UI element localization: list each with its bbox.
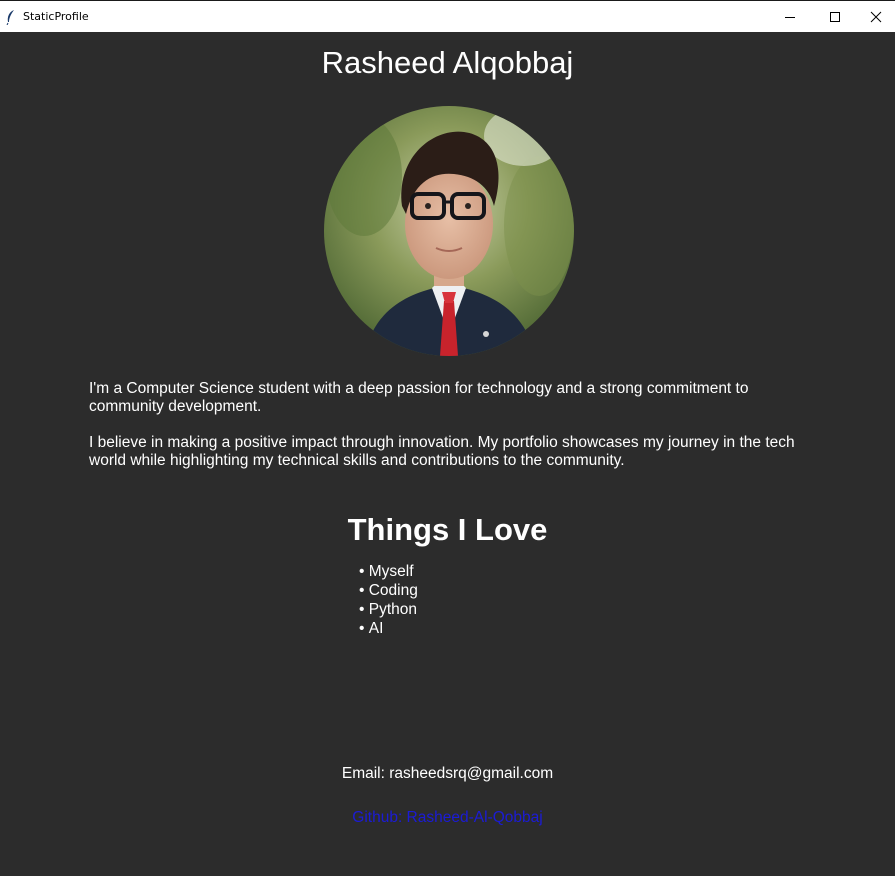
minimize-icon — [785, 16, 795, 18]
bio-paragraph-1: I'm a Computer Science student with a de… — [89, 380, 749, 415]
things-i-love-list: Myself Coding Python AI — [359, 562, 418, 638]
list-item: Coding — [359, 581, 418, 600]
minimize-button[interactable] — [767, 1, 813, 32]
profile-photo-image — [324, 106, 574, 356]
list-item: Myself — [359, 562, 418, 581]
maximize-icon — [830, 11, 840, 22]
list-item: AI — [359, 619, 418, 638]
close-icon — [870, 11, 882, 22]
profile-name: Rasheed Alqobbaj — [321, 45, 574, 80]
window-titlebar: StaticProfile — [0, 0, 895, 32]
things-i-love-heading: Things I Love — [347, 512, 548, 547]
profile-window-content: Rasheed Alqobbaj I'm a Computer Science … — [0, 32, 895, 876]
profile-photo — [324, 106, 574, 356]
email-text: Email: rasheedsrq@gmail.com — [341, 765, 554, 782]
feather-icon — [6, 10, 14, 25]
window-title: StaticProfile — [23, 10, 89, 23]
close-button[interactable] — [857, 1, 895, 32]
github-link[interactable]: Github: Rasheed-Al-Qobbaj — [0, 809, 895, 827]
maximize-button[interactable] — [812, 1, 858, 32]
bio-paragraph-2: I believe in making a positive impact th… — [89, 434, 795, 469]
list-item: Python — [359, 600, 418, 619]
